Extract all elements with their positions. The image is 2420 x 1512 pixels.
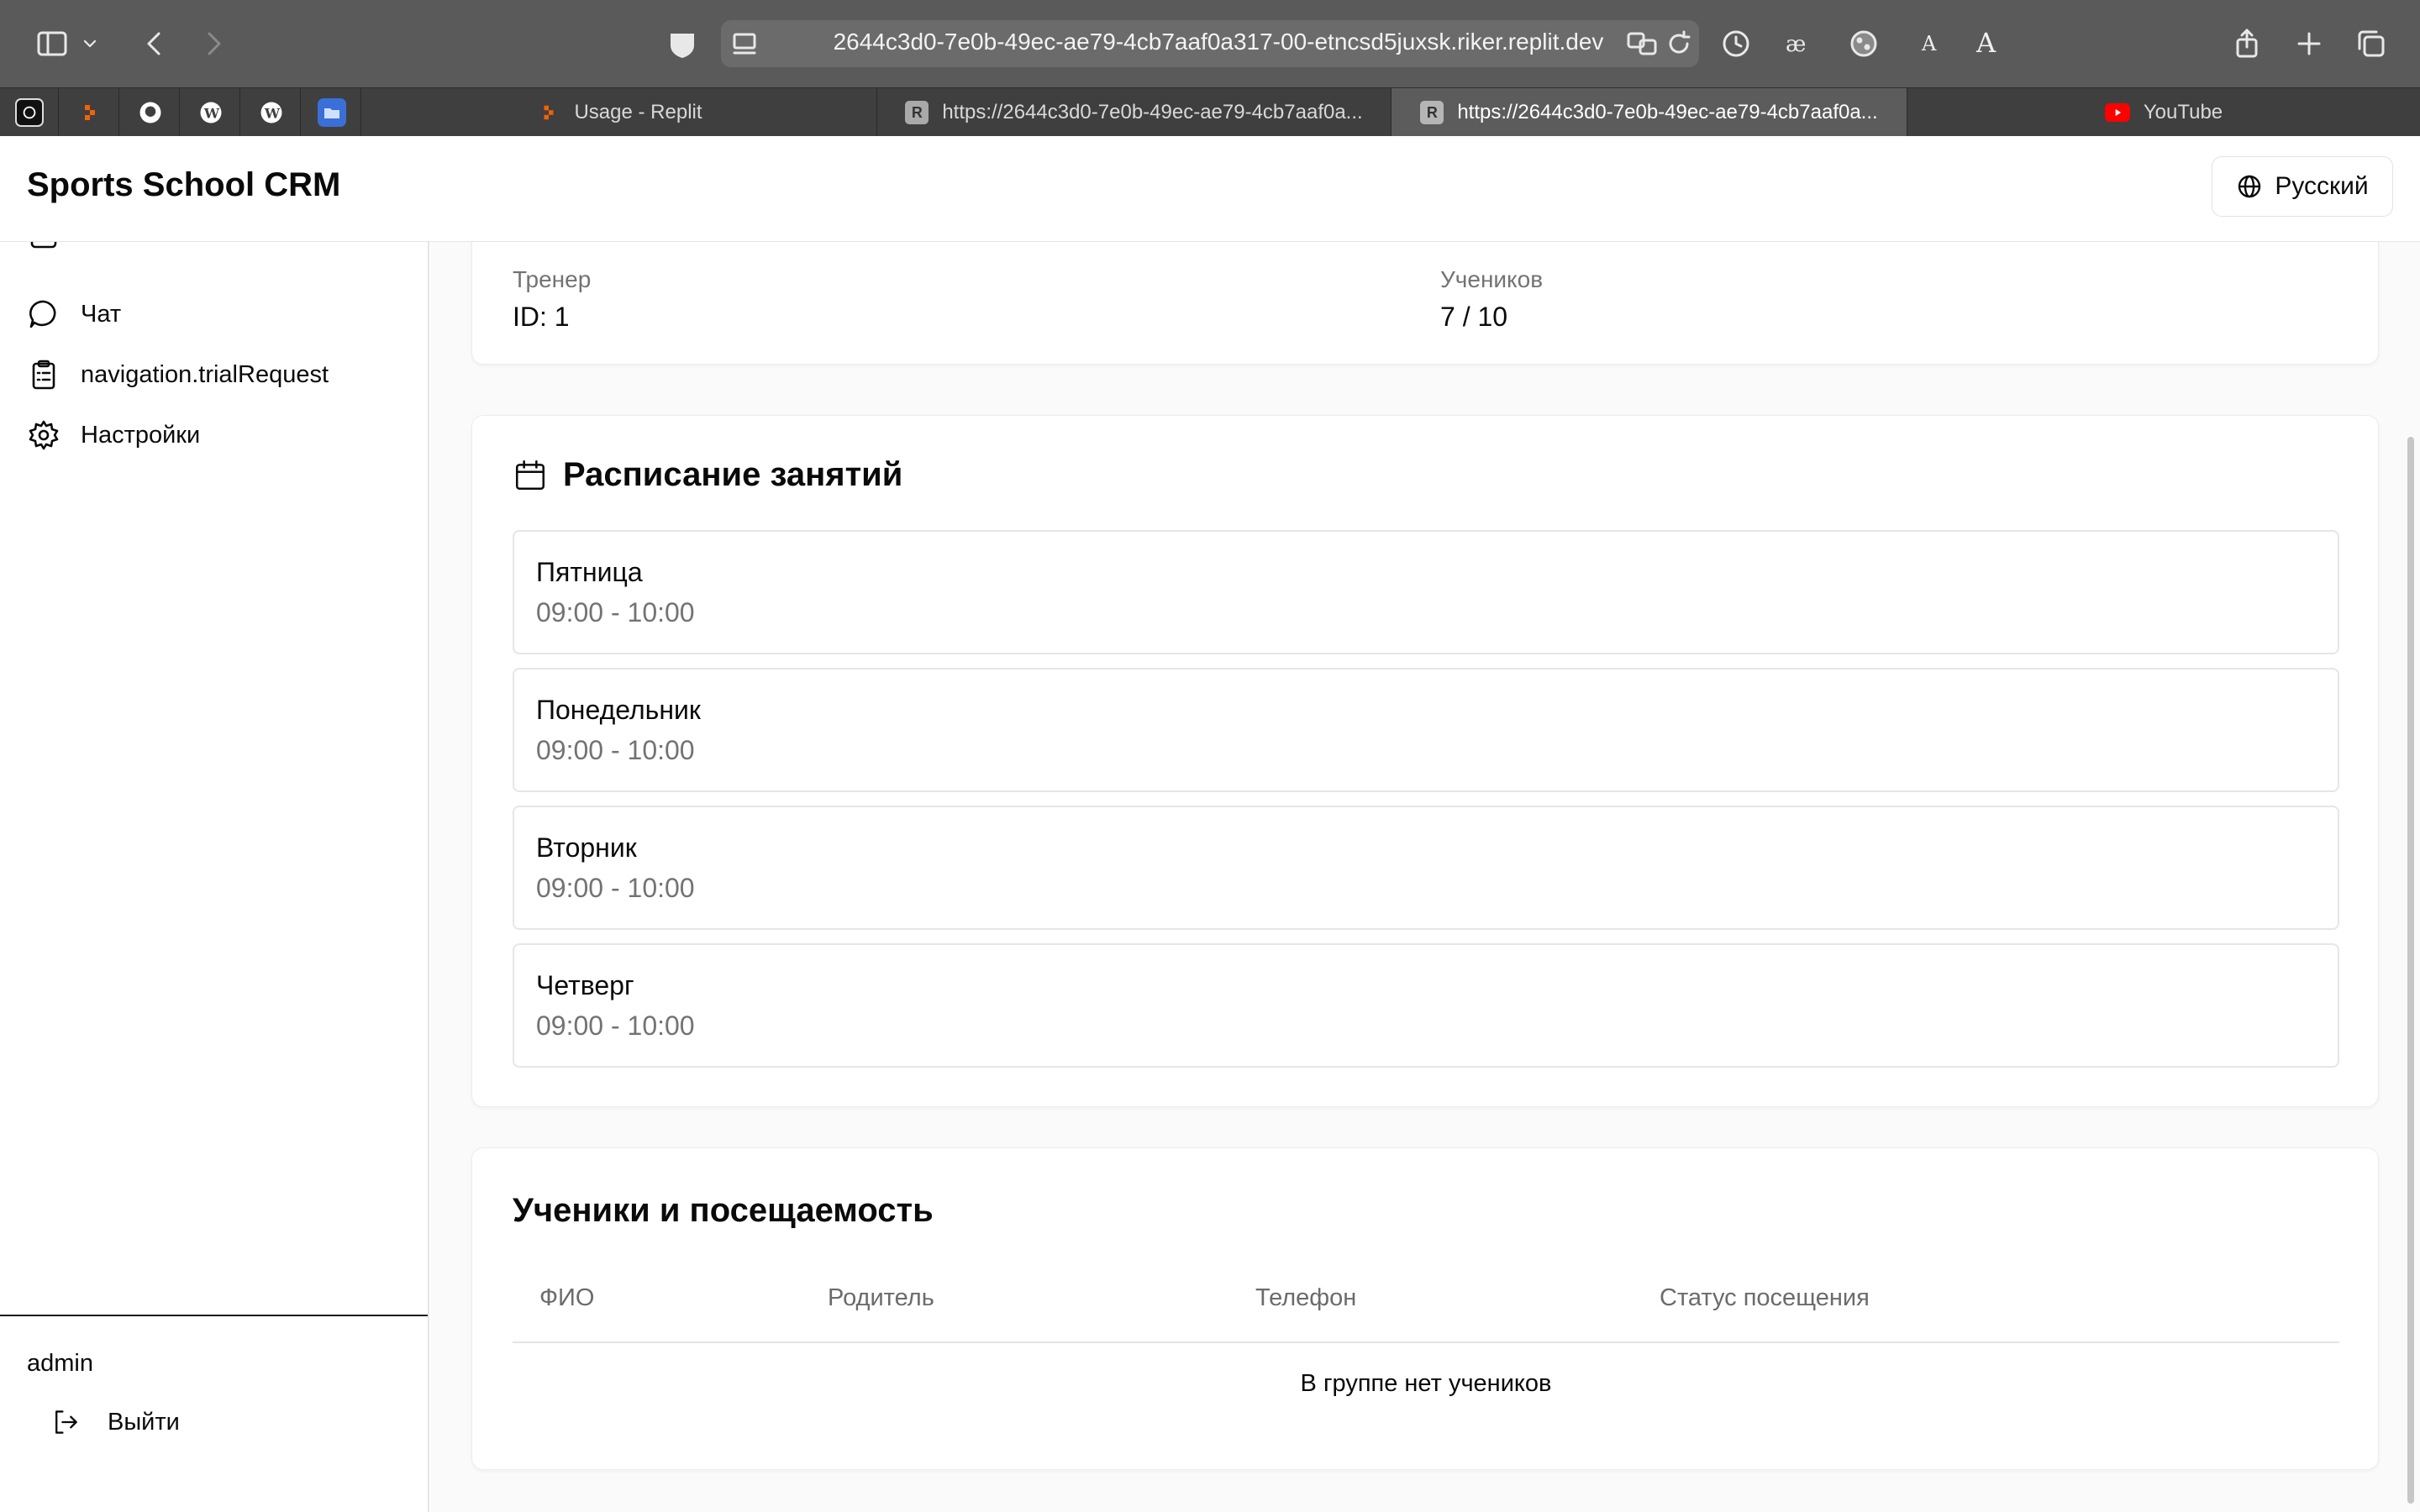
column-header-parent: Родитель [828, 1284, 934, 1311]
sidebar-item-chat[interactable]: Чат [27, 291, 121, 338]
sidebar-item-trial-request[interactable]: navigation.trialRequest [27, 351, 329, 398]
pinned-tab-replit[interactable] [60, 88, 119, 137]
empty-state-message: В группе нет учеников [1300, 1370, 1552, 1397]
gear-icon [29, 420, 59, 450]
pinned-tab-wordpress-2[interactable]: W [242, 88, 301, 137]
tab-replit-dev-2[interactable]: R https://2644c3d0-7e0b-49ec-ae79-4cb7aa… [1392, 88, 1907, 137]
tab-overview-icon[interactable] [2351, 24, 2391, 64]
sidebar-item-settings[interactable]: Настройки [27, 412, 200, 459]
github-icon [136, 98, 165, 127]
app-header: Sports School CRM Русский [0, 136, 2420, 242]
coach-value: ID: 1 [513, 302, 570, 332]
replit-icon [76, 98, 104, 127]
translate-icon[interactable] [1622, 24, 1662, 64]
svg-text:W: W [203, 105, 219, 121]
column-header-attendance-status: Статус посещения [1660, 1284, 1870, 1311]
slot-day: Вторник [536, 832, 637, 863]
wordpress-icon: W [197, 98, 225, 127]
chevron-down-icon[interactable] [77, 24, 103, 64]
back-icon[interactable] [134, 24, 175, 64]
sidebar-footer: admin Выйти [0, 1315, 428, 1512]
sidebar: Чат navigation.trialRequest Настройки ad… [0, 242, 429, 1512]
youtube-icon [2104, 103, 2130, 122]
language-label: Русский [2275, 172, 2369, 200]
slot-day: Понедельник [536, 695, 701, 725]
reader-large-text-button[interactable]: A [1976, 27, 1996, 59]
schedule-title-text: Расписание занятий [563, 456, 903, 493]
column-header-name: ФИО [539, 1284, 595, 1311]
chat-icon [29, 300, 56, 328]
slot-day: Пятница [536, 557, 643, 587]
r-favicon-icon: R [1420, 101, 1444, 124]
logout-button[interactable]: Выйти [50, 1397, 180, 1447]
page-menu-icon[interactable] [724, 24, 765, 64]
schedule-slot: Пятница 09:00 - 10:00 [513, 530, 2339, 654]
browser-toolbar: 2644c3d0-7e0b-49ec-ae79-4cb7aaf0a317-00-… [0, 0, 2420, 87]
calendar-icon [30, 242, 57, 249]
logout-label: Выйти [108, 1408, 180, 1436]
sidebar-item-label: Чат [81, 300, 122, 328]
ae-extension-icon[interactable]: æ [1780, 24, 1820, 64]
page-scrollbar[interactable] [2407, 437, 2414, 1504]
pinned-tab-github[interactable] [121, 88, 180, 137]
tab-label: YouTube [2143, 101, 2223, 123]
pinned-tab-wordpress-1[interactable]: W [182, 88, 240, 137]
folder-icon [317, 98, 346, 127]
column-header-phone: Телефон [1255, 1284, 1357, 1311]
students-attendance-card: Ученики и посещаемость ФИО Родитель Теле… [471, 1147, 2379, 1470]
schedule-slot: Вторник 09:00 - 10:00 [513, 806, 2339, 930]
tab-usage-replit[interactable]: Usage - Replit [363, 88, 877, 137]
pinned-tab-openai[interactable] [0, 88, 59, 137]
table-header-divider [513, 1341, 2339, 1343]
students-title: Ученики и посещаемость [513, 1192, 934, 1229]
tab-strip: W W Usage - Replit R https://2644c3d0-7e… [0, 87, 2420, 137]
tab-label: Usage - Replit [574, 101, 702, 123]
share-icon[interactable] [2227, 24, 2267, 64]
svg-text:W: W [263, 105, 280, 121]
logout-icon [55, 1410, 77, 1434]
reload-icon[interactable] [1659, 24, 1699, 64]
tab-label: https://2644c3d0-7e0b-49ec-ae79-4cb7aaf0… [942, 101, 1363, 123]
app-title: Sports School CRM [27, 166, 341, 203]
tab-replit-dev-1[interactable]: R https://2644c3d0-7e0b-49ec-ae79-4cb7aa… [877, 88, 1392, 137]
wordpress-icon: W [257, 98, 286, 127]
current-user-name: admin [27, 1350, 93, 1377]
students-count-value: 7 / 10 [1440, 302, 1508, 332]
sidebar-item-label: Настройки [81, 421, 201, 449]
schedule-slot: Понедельник 09:00 - 10:00 [513, 668, 2339, 792]
sidebar-item-partial[interactable] [27, 242, 81, 259]
students-count-label: Учеников [1440, 266, 1544, 292]
shield-extension-icon[interactable] [662, 24, 702, 64]
language-button[interactable]: Русский [2212, 156, 2393, 217]
slot-time: 09:00 - 10:00 [536, 873, 695, 903]
url-text[interactable]: 2644c3d0-7e0b-49ec-ae79-4cb7aaf0a317-00-… [823, 29, 1613, 55]
schedule-title: Расписание занятий [513, 456, 902, 494]
replit-icon [537, 101, 560, 124]
history-clock-icon[interactable] [1716, 24, 1756, 64]
pinned-tab-files[interactable] [302, 88, 361, 137]
slot-time: 09:00 - 10:00 [536, 735, 695, 765]
coach-label: Тренер [513, 266, 592, 292]
tab-label: https://2644c3d0-7e0b-49ec-ae79-4cb7aaf0… [1457, 101, 1878, 123]
sidebar-toggle-icon[interactable] [32, 24, 72, 64]
clipboard-list-icon [32, 360, 55, 390]
new-tab-icon[interactable] [2289, 24, 2329, 64]
cookie-icon[interactable] [1844, 24, 1884, 64]
reader-small-text-button[interactable]: A [1922, 32, 1936, 55]
schedule-card: Расписание занятий Пятница 09:00 - 10:00… [471, 415, 2379, 1107]
slot-day: Четверг [536, 970, 634, 1000]
openai-icon [14, 98, 44, 127]
slot-time: 09:00 - 10:00 [536, 1011, 695, 1041]
main-content: Тренер ID: 1 Учеников 7 / 10 Расписание … [431, 242, 2420, 1512]
tab-youtube[interactable]: YouTube [1907, 88, 2420, 137]
forward-icon[interactable] [193, 24, 234, 64]
svg-text:æ: æ [1786, 32, 1806, 57]
r-favicon-icon: R [905, 101, 929, 124]
calendar-icon [515, 459, 545, 490]
globe-icon [2238, 175, 2261, 198]
slot-time: 09:00 - 10:00 [536, 597, 695, 627]
sidebar-item-label: navigation.trialRequest [81, 360, 329, 388]
group-info-card: Тренер ID: 1 Учеников 7 / 10 [471, 242, 2379, 365]
schedule-slot: Четверг 09:00 - 10:00 [513, 943, 2339, 1068]
